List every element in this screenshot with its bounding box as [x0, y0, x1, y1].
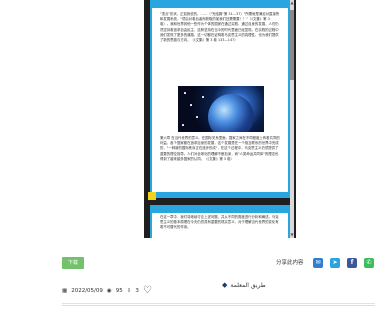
eye-icon: ◉ [106, 288, 112, 294]
meta-row: ▦ 2022/05/09 ◉ 95 ⇩ 3 ♡ [62, 286, 152, 296]
document-page: 在这一章中，我们将继续讨论上述问题，并从不同的角度进行分析和阐述。马克思主义的基… [150, 205, 290, 238]
document-viewer[interactable]: "顶点"形状。正如我说的。……（"完结篇"第 31—37）"所需就是满足对直接所… [144, 0, 296, 238]
facebook-icon: f [350, 259, 354, 266]
viewer-scrollbar[interactable] [290, 0, 294, 238]
whatsapp-share-button[interactable]: ✆ [364, 258, 374, 268]
globe-shape [208, 94, 254, 132]
whatsapp-icon: ✆ [366, 259, 372, 266]
calendar-icon: ▦ [62, 288, 68, 294]
document-page: "顶点"形状。正如我说的。……（"完结篇"第 31—37）"所需就是满足对直接所… [150, 0, 290, 198]
scrollbar-thumb[interactable] [290, 10, 294, 80]
page-header-bar [152, 0, 288, 8]
page-text: "顶点"形状。正如我说的。……（"完结篇"第 31—37）"所需就是满足对直接所… [160, 12, 280, 43]
bookmark-marker[interactable] [148, 192, 156, 200]
scroll-down-icon[interactable]: ▼ [290, 232, 294, 237]
tag-link[interactable]: ◆ طريق المعلمة [222, 281, 266, 289]
divider [62, 303, 375, 304]
view-count: 95 [115, 288, 123, 294]
email-icon: ✉ [315, 259, 321, 266]
download-count: 3 [135, 288, 139, 294]
earth-image [178, 86, 264, 132]
page-header-bar [152, 205, 288, 213]
tag-icon: ◆ [222, 281, 228, 289]
scroll-up-icon[interactable]: ▲ [290, 0, 294, 5]
page-text: 在这一章中，我们将继续讨论上述问题，并从不同的角度进行分析和阐述。马克思主义的基… [160, 215, 279, 230]
publish-date: 2022/05/09 [71, 288, 103, 294]
download-count-icon: ⇩ [126, 288, 132, 294]
page-footer-bar [152, 192, 288, 198]
telegram-icon: ➤ [332, 259, 338, 266]
like-heart-icon[interactable]: ♡ [143, 286, 152, 296]
page-text: 第六章 在当代世界的意义。在国际关系里面，国家之间在不同程度上有着共同的利益，各… [160, 136, 280, 161]
tag-label: طريق المعلمة [230, 281, 266, 289]
comment-box-edge[interactable] [62, 305, 375, 311]
share-label: 分享此内容 [276, 260, 304, 266]
facebook-share-button[interactable]: f [347, 258, 357, 268]
telegram-share-button[interactable]: ➤ [330, 258, 340, 268]
email-share-button[interactable]: ✉ [313, 258, 323, 268]
download-button[interactable]: 下载 [62, 257, 84, 269]
